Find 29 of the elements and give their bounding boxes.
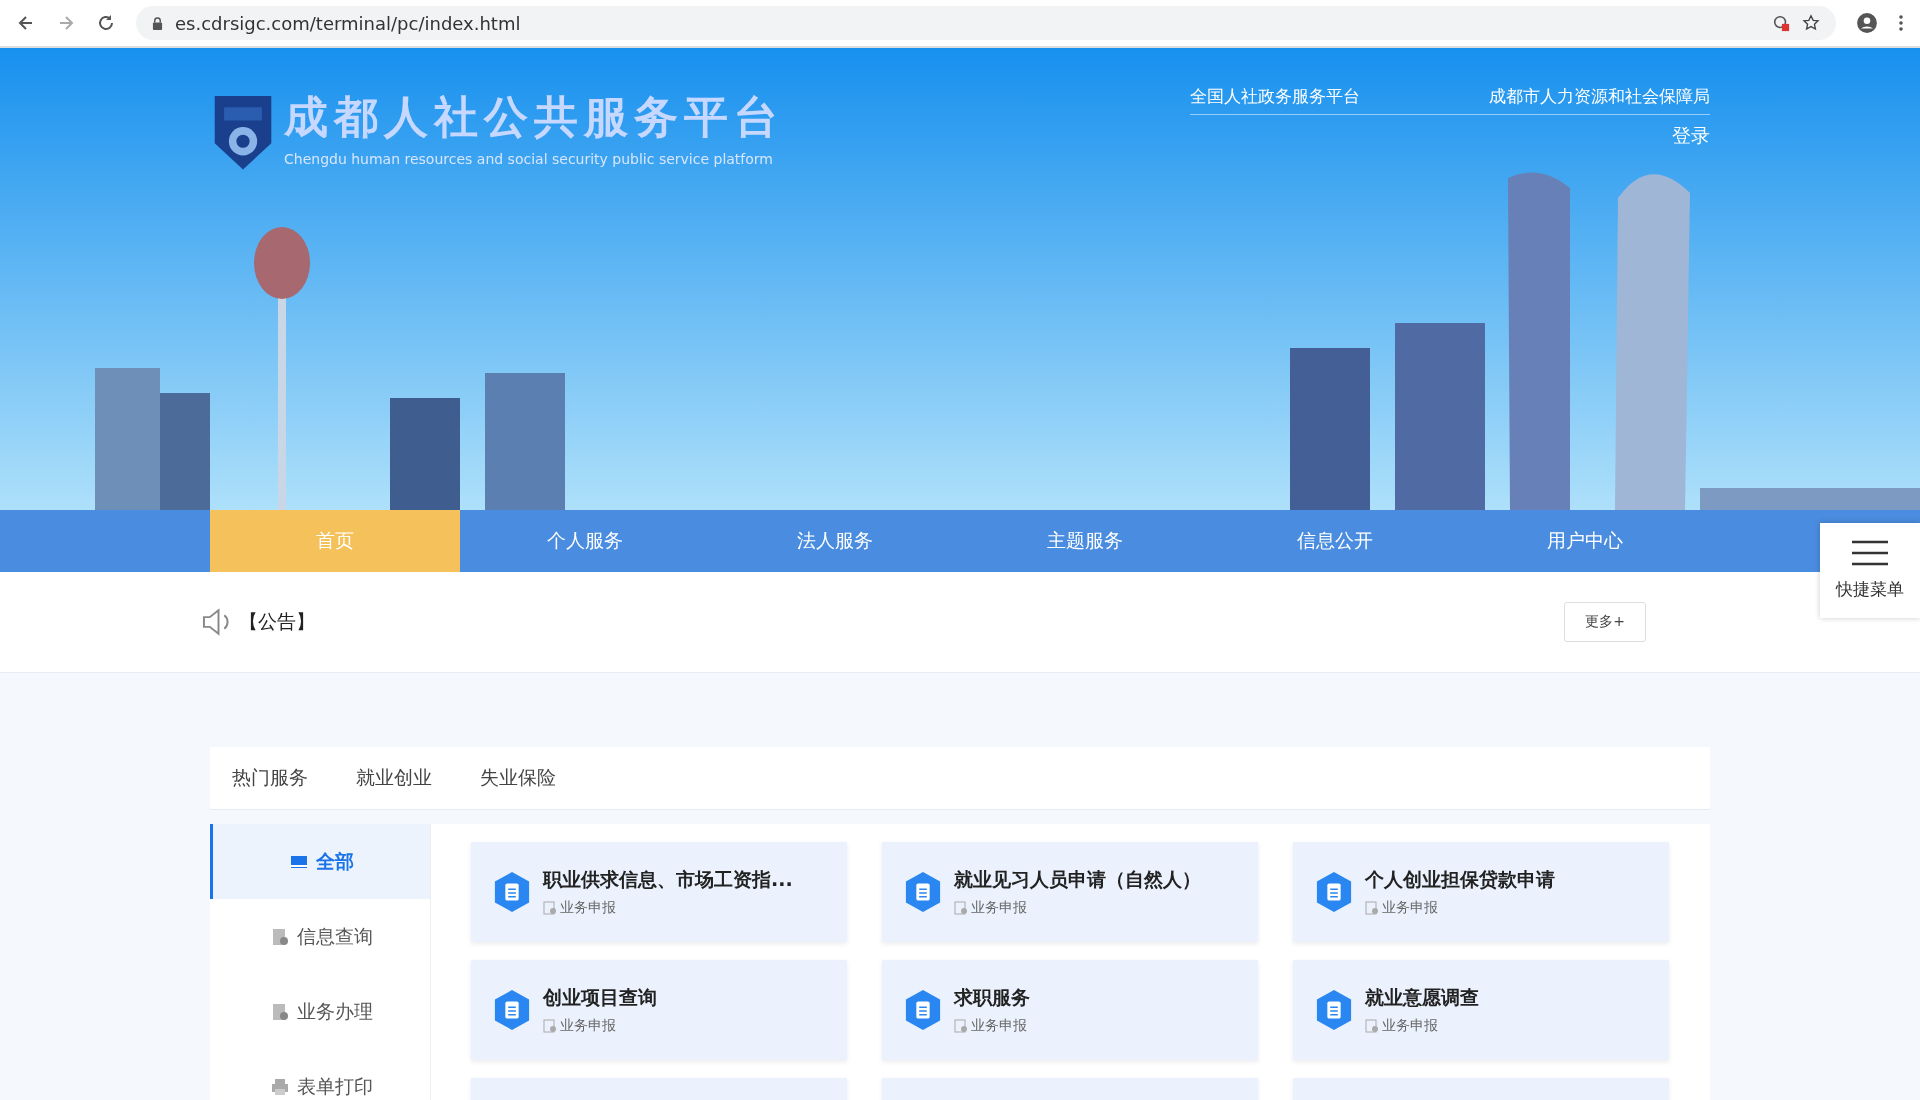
- service-card[interactable]: 求职服务 业务申报: [882, 960, 1258, 1060]
- quick-menu-button[interactable]: 快捷菜单: [1820, 523, 1920, 618]
- service-tag: 业务申报: [1382, 1017, 1438, 1035]
- service-tab[interactable]: 就业创业: [356, 765, 432, 791]
- service-tag: 业务申报: [971, 899, 1027, 917]
- more-button[interactable]: 更多+: [1564, 602, 1646, 642]
- service-title: 就业见习人员申请（自然人）: [954, 867, 1201, 892]
- notice-label: 【公告】: [239, 609, 315, 634]
- category-item[interactable]: 全部: [210, 824, 430, 899]
- service-card[interactable]: 就业见习人员申请（自然人） 业务申报: [882, 842, 1258, 942]
- service-tag: 业务申报: [560, 899, 616, 917]
- service-tag: 业务申报: [971, 1017, 1027, 1035]
- address-bar[interactable]: es.cdrsigc.com/terminal/pc/index.html: [136, 6, 1836, 40]
- service-card[interactable]: 个人创业担保贷款申请 业务申报: [1293, 842, 1669, 942]
- site-subtitle: Chengdu human resources and social security public service platform: [284, 151, 774, 167]
- service-title: 个人创业担保贷款申请: [1365, 867, 1555, 892]
- service-title: 职业供求信息、市场工资指...: [543, 867, 793, 892]
- service-title: 就业意愿调查: [1365, 985, 1479, 1010]
- url-text: es.cdrsigc.com/terminal/pc/index.html: [175, 12, 521, 34]
- service-tag: 业务申报: [560, 1017, 616, 1035]
- service-card[interactable]: 创业项目查询 业务申报: [471, 960, 847, 1060]
- service-tab[interactable]: 热门服务: [232, 765, 308, 791]
- site-title: 成都人社公共服务平台: [284, 90, 784, 144]
- service-card[interactable]: 职业供求信息、市场工资指... 业务申报: [471, 842, 847, 942]
- service-tag: 业务申报: [1382, 899, 1438, 917]
- service-tab[interactable]: 失业保险: [480, 765, 556, 791]
- service-title: 创业项目查询: [543, 985, 657, 1010]
- service-title: 求职服务: [954, 985, 1030, 1010]
- service-card[interactable]: 就业意愿调查 业务申报: [1293, 960, 1669, 1060]
